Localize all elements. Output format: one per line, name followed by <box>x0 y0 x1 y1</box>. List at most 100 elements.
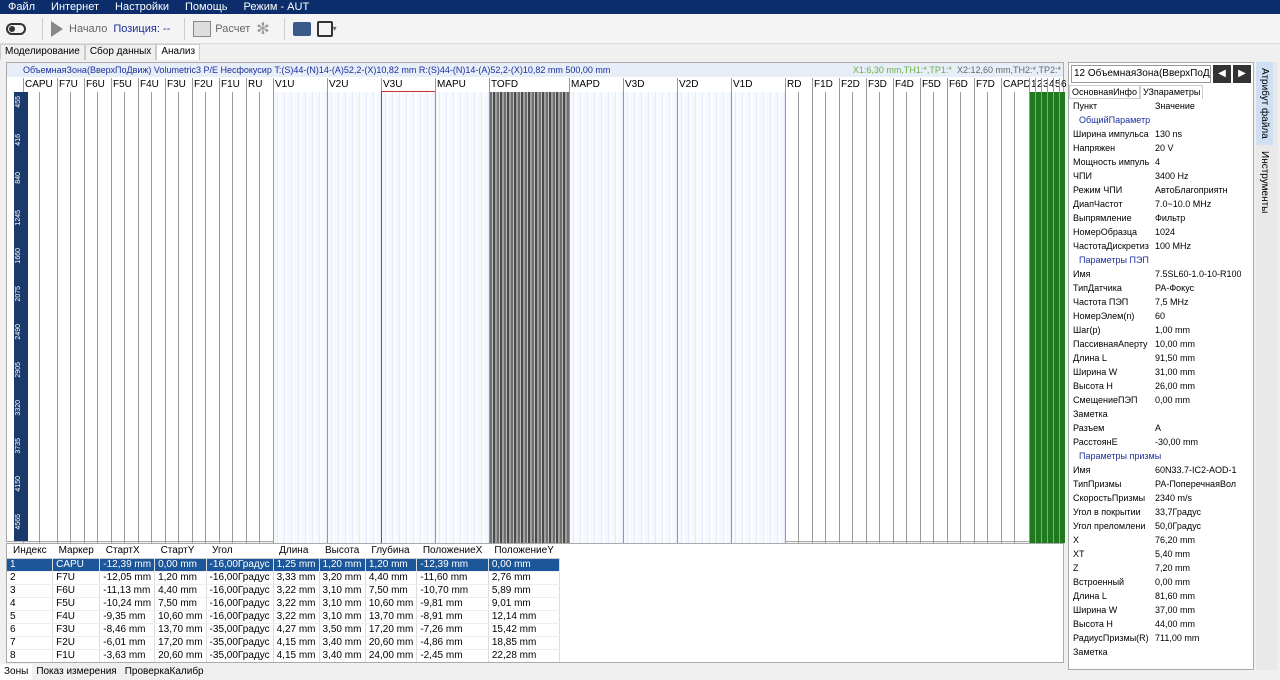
channel-strip[interactable]: F5D <box>920 78 947 543</box>
table-row[interactable]: 1 CAPU -12,39 mm 0,00 mm -16,00Градус 1,25 mm… <box>7 558 561 572</box>
property-row[interactable]: Выпрямление Фильтр <box>1069 211 1253 225</box>
side-tab[interactable]: Инструменты <box>1256 145 1273 219</box>
channel-strip[interactable]: V2U <box>327 78 381 543</box>
menu-item[interactable]: Режим - AUT <box>235 0 317 14</box>
property-row[interactable]: Угол преломлени 50,0Градус <box>1069 519 1253 533</box>
tab-view[interactable]: Моделирование <box>0 44 85 60</box>
channel-strip[interactable]: F4U <box>138 78 165 543</box>
settings-button[interactable]: ✻ <box>256 19 269 39</box>
menu-item[interactable]: Интернет <box>43 0 107 14</box>
column-header[interactable]: Индекс <box>7 544 53 559</box>
channel-strip[interactable]: F6D <box>947 78 974 543</box>
column-header[interactable]: ПоложениеY <box>488 544 560 559</box>
channel-strip[interactable]: CAPD <box>1001 78 1031 543</box>
property-row[interactable]: Ширина W 37,00 mm <box>1069 603 1253 617</box>
open-button[interactable] <box>292 21 311 36</box>
property-row[interactable]: Режим ЧПИ АвтоБлагоприятн <box>1069 183 1253 197</box>
property-row[interactable]: ЧПИ 3400 Hz <box>1069 169 1253 183</box>
property-row[interactable]: Длина L 91,50 mm <box>1069 351 1253 365</box>
calc-button[interactable]: Расчет <box>193 20 250 37</box>
channel-strip[interactable]: TOFD <box>489 78 569 543</box>
property-row[interactable]: Заметка <box>1069 407 1253 421</box>
section-title[interactable]: Параметры ПЭП <box>1069 253 1253 267</box>
table-row[interactable]: 8 F1U -3,63 mm 20,60 mm -35,00Градус 4,15 mm 3… <box>7 649 561 662</box>
menu-item[interactable]: Файл <box>0 0 43 14</box>
property-row[interactable]: ПассивнаяАперту 10,00 mm <box>1069 337 1253 351</box>
column-header[interactable]: Длина <box>273 544 320 559</box>
tab-bottom[interactable]: ПроверкаКалибр <box>121 664 208 680</box>
property-row[interactable]: Ширина W 31,00 mm <box>1069 365 1253 379</box>
property-row[interactable]: Длина L 81,60 mm <box>1069 589 1253 603</box>
channel-strip[interactable]: F3U <box>165 78 192 543</box>
property-row[interactable]: РадиусПризмы(R) 711,00 mm <box>1069 631 1253 645</box>
column-header[interactable]: СтартY <box>154 544 207 559</box>
property-row[interactable]: Высота H 44,00 mm <box>1069 617 1253 631</box>
property-row[interactable]: Частота ПЭП 7,5 MHz <box>1069 295 1253 309</box>
property-row[interactable]: Имя 7.5SL60-1.0-10-R100 <box>1069 267 1253 281</box>
property-row[interactable]: ТипПризмы PA-ПоперечнаяВол <box>1069 477 1253 491</box>
tab-bottom[interactable]: Зоны <box>0 664 33 680</box>
channel-strip[interactable]: F2U <box>192 78 219 543</box>
tab-view[interactable]: Анализ <box>156 44 201 60</box>
channel-strip[interactable]: V1D <box>731 78 785 543</box>
channel-strip[interactable]: F5U <box>111 78 138 543</box>
column-header[interactable]: Высота <box>319 544 366 559</box>
section-title[interactable]: Параметры призмы <box>1069 449 1253 463</box>
property-row[interactable]: СмещениеПЭП 0,00 mm <box>1069 393 1253 407</box>
table-row[interactable]: 7 F2U -6,01 mm 17,20 mm -35,00Градус 4,15 mm 3… <box>7 636 561 650</box>
channel-strip[interactable]: F1U <box>219 78 246 543</box>
property-row[interactable]: Встроенный 0,00 mm <box>1069 575 1253 589</box>
menu-item[interactable]: Настройки <box>107 0 177 14</box>
channel-strip[interactable]: F1D <box>812 78 839 543</box>
property-row[interactable]: Ширина импульса 130 ns <box>1069 127 1253 141</box>
property-row[interactable]: Разъем A <box>1069 421 1253 435</box>
channel-strip[interactable]: F6U <box>84 78 111 543</box>
table-row[interactable]: 2 F7U -12,05 mm 1,20 mm -16,00Градус 3,33 mm 3… <box>7 571 561 585</box>
start-button[interactable]: Начало <box>51 20 107 37</box>
property-row[interactable]: НомерОбразца 1024 <box>1069 225 1253 239</box>
property-tab[interactable]: ОсновнаяИнфо <box>1069 85 1140 99</box>
property-row[interactable]: Z 7,20 mm <box>1069 561 1253 575</box>
property-row[interactable]: Высота H 26,00 mm <box>1069 379 1253 393</box>
column-header[interactable]: ПоложениеX <box>416 544 489 559</box>
property-row[interactable]: Напряжен 20 V <box>1069 141 1253 155</box>
zone-combo[interactable]: 12 ОбъемнаяЗона(ВверхПоДв <box>1071 65 1211 83</box>
property-row[interactable]: СкоростьПризмы 2340 m/s <box>1069 491 1253 505</box>
prev-zone-button[interactable]: ◀ <box>1213 65 1231 83</box>
column-header[interactable]: Угол <box>206 544 274 559</box>
property-row[interactable]: Угол в покрытии 33,7Градус <box>1069 505 1253 519</box>
property-row[interactable]: ДиапЧастот 7.0~10.0 MHz <box>1069 197 1253 211</box>
table-row[interactable]: 6 F3U -8,46 mm 13,70 mm -35,00Градус 4,27 mm 3… <box>7 623 561 637</box>
scan-viewer[interactable]: ОбъемнаяЗона(ВверхПоДвиж) Volumetric3 P/… <box>6 62 1067 544</box>
channel-strip[interactable]: 6 <box>1059 78 1067 543</box>
property-row[interactable]: Заметка <box>1069 645 1253 659</box>
property-row[interactable]: ЧастотаДискретиз 100 MHz <box>1069 239 1253 253</box>
channel-strip[interactable]: V3U <box>381 78 436 544</box>
channel-strip[interactable]: F4D <box>893 78 920 543</box>
channel-strip[interactable]: MAPU <box>435 78 489 543</box>
table-row[interactable]: 5 F4U -9,35 mm 10,60 mm -16,00Градус 3,22 mm 3… <box>7 610 561 624</box>
channel-strip[interactable]: RD <box>785 78 812 543</box>
property-row[interactable]: XT 5,40 mm <box>1069 547 1253 561</box>
tab-view[interactable]: Сбор данных <box>84 44 157 60</box>
channel-strip[interactable]: V2D <box>677 78 731 543</box>
channel-strip[interactable]: V3D <box>623 78 677 543</box>
channel-strip[interactable]: F7U <box>57 78 84 543</box>
property-row[interactable]: НомерЭлем(n) 60 <box>1069 309 1253 323</box>
property-row[interactable]: РасстоянE -30,00 mm <box>1069 435 1253 449</box>
property-row[interactable]: X 76,20 mm <box>1069 533 1253 547</box>
tab-bottom[interactable]: Показ измерения <box>32 664 120 680</box>
property-tab[interactable]: УЗпараметры <box>1139 85 1204 99</box>
property-row[interactable]: ТипДатчика PA-Фокус <box>1069 281 1253 295</box>
next-zone-button[interactable]: ▶ <box>1233 65 1251 83</box>
channel-strip[interactable]: RU <box>246 78 273 543</box>
property-row[interactable]: Имя 60N33.7-IC2-AOD-1 <box>1069 463 1253 477</box>
save-button[interactable]: ▾ <box>316 20 337 37</box>
channel-strip[interactable]: F3D <box>866 78 893 543</box>
property-row[interactable]: Шаг(p) 1,00 mm <box>1069 323 1253 337</box>
channel-strip[interactable]: F7D <box>974 78 1001 543</box>
channel-strip[interactable]: MAPD <box>569 78 623 543</box>
table-row[interactable]: 4 F5U -10,24 mm 7,50 mm -16,00Градус 3,22 mm 3… <box>7 597 561 611</box>
column-header[interactable]: Маркер <box>52 544 100 559</box>
channel-strip[interactable]: V1U <box>273 78 327 543</box>
